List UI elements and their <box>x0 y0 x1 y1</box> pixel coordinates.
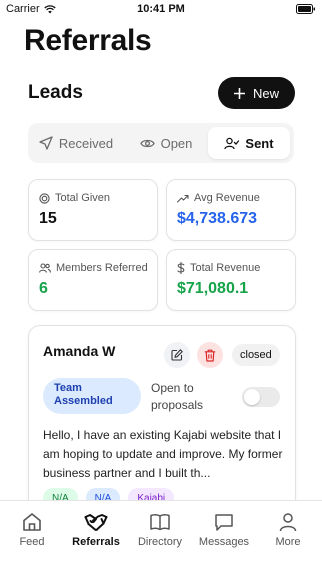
trash-icon <box>204 349 216 362</box>
tab-sent[interactable]: Sent <box>208 127 290 159</box>
leads-title: Leads <box>28 82 83 103</box>
open-to-proposals-toggle[interactable] <box>242 387 280 407</box>
trending-up-icon <box>177 194 189 203</box>
tabbar-label: More <box>275 536 301 548</box>
plus-icon <box>233 87 245 99</box>
lead-message: Hello, I have an existing Kajabi website… <box>43 428 283 480</box>
message-icon <box>215 514 233 531</box>
tabbar-item-feed[interactable]: Feed <box>0 511 64 548</box>
tabbar-label: Referrals <box>72 536 120 548</box>
edit-icon <box>171 349 183 361</box>
stat-label: Total Given <box>55 192 111 204</box>
stat-label: Total Revenue <box>190 262 261 274</box>
stat-value: 6 <box>39 280 48 297</box>
status-bar: Carrier 10:41 PM <box>0 0 322 20</box>
tabbar-item-more[interactable]: More <box>256 511 320 548</box>
status-badge: closed <box>232 344 280 366</box>
battery-icon <box>296 4 315 14</box>
stat-label-row: Total Given <box>39 192 110 204</box>
lead-name: Amanda W <box>43 343 116 359</box>
tab-open[interactable]: Open <box>124 127 208 159</box>
stat-label-row: Total Revenue <box>177 262 260 274</box>
stat-label: Members Referred <box>56 262 148 274</box>
new-button-label: New <box>252 85 279 101</box>
stat-label-row: Avg Revenue <box>177 192 260 204</box>
tabbar-label: Feed <box>19 536 45 548</box>
dollar-icon <box>177 262 185 274</box>
book-icon <box>150 514 170 531</box>
stat-card-avg-revenue: Avg Revenue $4,738.673 <box>166 179 296 241</box>
stat-value: $4,738.673 <box>177 210 258 227</box>
edit-button[interactable] <box>164 342 190 368</box>
tabbar-label: Directory <box>137 536 182 548</box>
tabbar-item-messages[interactable]: Messages <box>192 511 256 548</box>
tab-label: Received <box>58 135 114 151</box>
bottom-tab-bar: Feed Referrals Directory Messages More <box>0 500 322 573</box>
handshake-icon <box>84 514 108 531</box>
page-title: Referrals <box>24 24 152 57</box>
target-icon <box>39 192 50 204</box>
stat-card-total-revenue: Total Revenue $71,080.1 <box>166 249 296 311</box>
open-to-proposals-label: Open to proposals <box>151 381 204 412</box>
lead-card[interactable]: Amanda W closed Team Assembled Open to p… <box>28 325 296 527</box>
lead-tabs: Received Open Sent <box>28 123 294 163</box>
tabbar-item-referrals[interactable]: Referrals <box>64 511 128 548</box>
home-icon <box>23 513 41 531</box>
stat-card-members-referred: Members Referred 6 <box>28 249 158 311</box>
tabbar-item-directory[interactable]: Directory <box>128 511 192 548</box>
stat-label-row: Members Referred <box>39 262 148 274</box>
stat-value: 15 <box>39 210 57 227</box>
new-lead-button[interactable]: New <box>218 77 295 109</box>
tab-label: Open <box>160 135 193 151</box>
tab-received[interactable]: Received <box>32 127 120 159</box>
send-icon <box>39 136 53 150</box>
team-assembled-badge: Team Assembled <box>43 378 141 414</box>
user-check-icon <box>224 137 240 149</box>
stat-label: Avg Revenue <box>194 192 260 204</box>
tabbar-label: Messages <box>198 536 250 548</box>
clock: 10:41 PM <box>137 3 185 15</box>
delete-button[interactable] <box>197 342 223 368</box>
person-icon <box>279 513 297 532</box>
eye-icon <box>139 139 155 147</box>
stat-card-total-given: Total Given 15 <box>28 179 158 241</box>
tab-label: Sent <box>245 135 274 151</box>
stat-value: $71,080.1 <box>177 280 249 297</box>
toggle-knob <box>244 389 260 405</box>
users-icon <box>39 263 51 273</box>
